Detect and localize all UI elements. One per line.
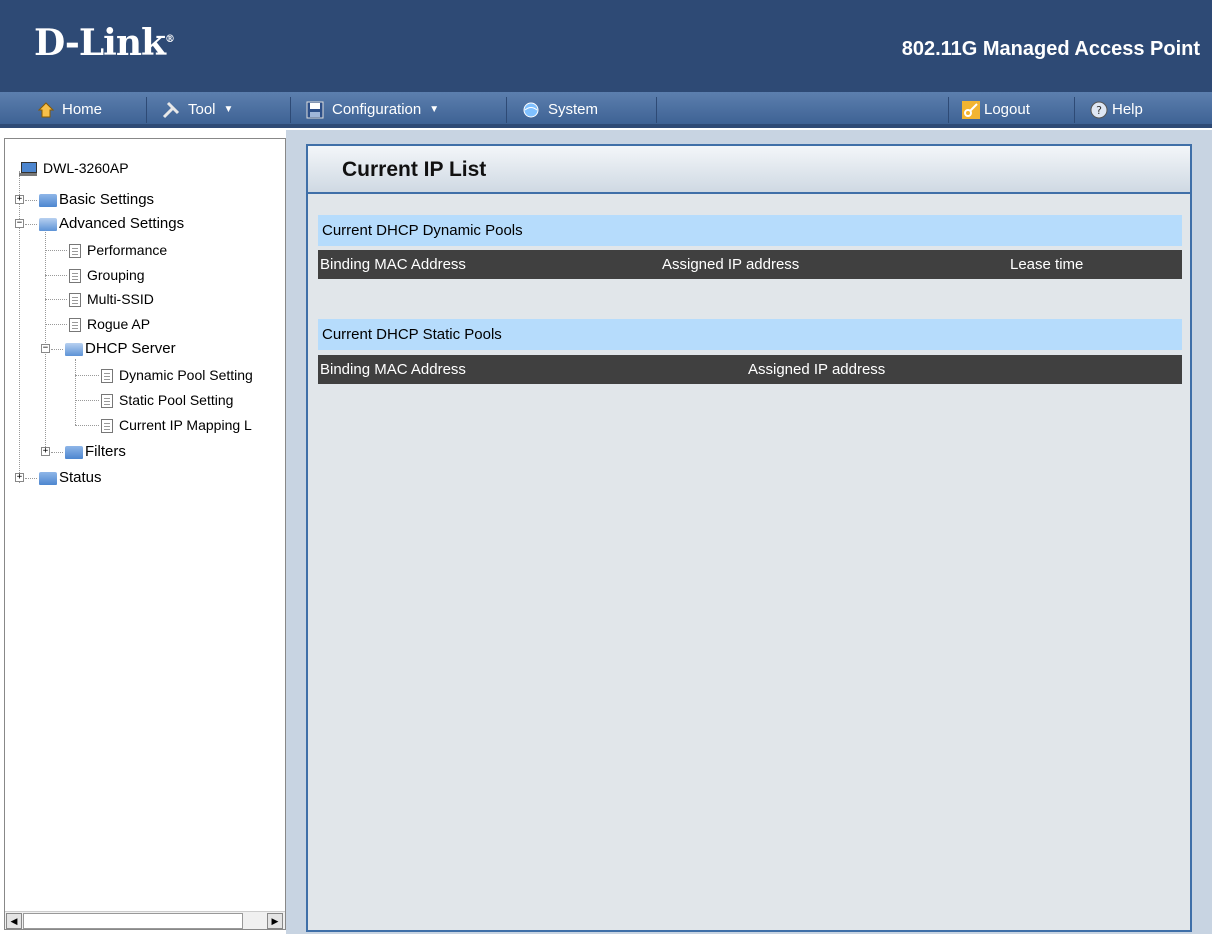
folder-icon (39, 471, 57, 485)
static-pools-title: Current DHCP Static Pools (318, 319, 1182, 350)
tree-basic-settings-label: Basic Settings (59, 191, 155, 208)
key-icon (962, 101, 980, 120)
tree-root-label: DWL-3260AP (43, 160, 129, 176)
tree-basic-settings[interactable]: Basic Settings (39, 189, 154, 211)
help-icon: ? (1090, 101, 1108, 119)
page-icon (101, 369, 113, 384)
column-binding-mac: Binding MAC Address (320, 361, 466, 378)
menu-help-label: Help (1112, 101, 1143, 118)
app-header: D-Link® 802.11G Managed Access Point (0, 0, 1212, 92)
page-title: Current IP List (342, 158, 487, 181)
system-icon (523, 102, 539, 118)
page-icon (69, 244, 81, 259)
collapse-icon[interactable]: − (41, 344, 50, 353)
navigation-tree: DWL-3260AP + Basic Settings − Advanced S… (5, 139, 285, 911)
tree-root[interactable]: DWL-3260AP (19, 157, 129, 179)
content-panel: Current IP List Current DHCP Dynamic Poo… (306, 144, 1192, 932)
menu-home-label: Home (62, 101, 103, 118)
tree-grouping-label: Grouping (87, 267, 145, 283)
column-assigned-ip: Assigned IP address (662, 256, 800, 273)
navigation-tree-panel: DWL-3260AP + Basic Settings − Advanced S… (4, 138, 286, 930)
horizontal-scrollbar[interactable]: ◀ ▶ (5, 911, 285, 929)
logo-text: D-Link (34, 22, 166, 64)
page-icon (69, 318, 81, 333)
scroll-left-icon[interactable]: ◀ (6, 913, 22, 929)
folder-icon (65, 445, 83, 459)
home-icon (38, 102, 54, 118)
column-binding-mac: Binding MAC Address (320, 256, 466, 273)
static-pools-table-header: Binding MAC Address Assigned IP address (318, 355, 1182, 384)
content-header: Current IP List (308, 146, 1190, 194)
tree-dhcp-server-label: DHCP Server (85, 340, 176, 357)
product-title: 802.11G Managed Access Point (901, 38, 1200, 60)
access-point-icon (19, 161, 39, 177)
menu-system[interactable]: System (522, 99, 598, 121)
menu-tool[interactable]: Tool ▼ (162, 99, 233, 121)
tree-dynamic-pool-setting[interactable]: Dynamic Pool Setting (101, 364, 253, 386)
tree-status[interactable]: Status (39, 467, 102, 489)
scrollbar-thumb[interactable] (23, 913, 243, 929)
menu-system-label: System (548, 101, 599, 118)
panel-divider[interactable] (286, 130, 296, 934)
open-folder-icon (39, 217, 57, 231)
scroll-right-icon[interactable]: ▶ (267, 913, 283, 929)
folder-icon (39, 193, 57, 207)
tree-dynamic-pool-setting-label: Dynamic Pool Setting (119, 367, 253, 383)
save-disk-icon (306, 101, 324, 119)
chevron-down-icon: ▼ (223, 104, 234, 116)
tree-current-ip-mapping[interactable]: Current IP Mapping L (101, 414, 252, 436)
menu-home[interactable]: Home (38, 99, 102, 121)
svg-text:?: ? (1096, 104, 1102, 117)
tree-performance-label: Performance (87, 242, 168, 258)
tree-current-ip-mapping-label: Current IP Mapping L (119, 417, 252, 433)
tree-rogue-ap[interactable]: Rogue AP (69, 313, 150, 335)
tool-icon (162, 101, 180, 119)
page-icon (101, 394, 113, 409)
expand-icon[interactable]: + (15, 195, 24, 204)
expand-icon[interactable]: + (41, 447, 50, 456)
open-folder-icon (65, 342, 83, 356)
dynamic-pools-title: Current DHCP Dynamic Pools (318, 215, 1182, 246)
menu-configuration[interactable]: Configuration ▼ (306, 99, 439, 121)
menu-bar: Home Tool ▼ Configuration ▼ System Logout … (0, 92, 1212, 128)
dlink-logo: D-Link® (34, 22, 175, 64)
page-icon (69, 269, 81, 284)
menu-tool-label: Tool (188, 101, 216, 118)
tree-filters[interactable]: Filters (65, 441, 126, 463)
tree-static-pool-setting-label: Static Pool Setting (119, 392, 234, 408)
tree-multi-ssid-label: Multi-SSID (87, 291, 154, 307)
menu-logout[interactable]: Logout (962, 99, 1030, 121)
tree-static-pool-setting[interactable]: Static Pool Setting (101, 389, 233, 411)
menu-help[interactable]: ? Help (1090, 99, 1143, 121)
chevron-down-icon: ▼ (429, 104, 440, 116)
expand-icon[interactable]: + (15, 473, 24, 482)
tree-status-label: Status (59, 469, 102, 486)
dynamic-pools-table-header: Binding MAC Address Assigned IP address … (318, 250, 1182, 279)
page-icon (101, 419, 113, 434)
tree-advanced-settings[interactable]: Advanced Settings (39, 213, 184, 235)
tree-grouping[interactable]: Grouping (69, 264, 145, 286)
page-icon (69, 293, 81, 308)
column-lease-time: Lease time (1010, 256, 1084, 273)
tree-multi-ssid[interactable]: Multi-SSID (69, 288, 154, 310)
tree-filters-label: Filters (85, 443, 126, 460)
menu-logout-label: Logout (984, 101, 1030, 118)
menu-configuration-label: Configuration (332, 101, 422, 118)
column-assigned-ip: Assigned IP address (748, 361, 886, 378)
tree-performance[interactable]: Performance (69, 239, 167, 261)
tree-advanced-settings-label: Advanced Settings (59, 215, 185, 232)
tree-rogue-ap-label: Rogue AP (87, 316, 151, 332)
tree-dhcp-server[interactable]: DHCP Server (65, 338, 176, 360)
collapse-icon[interactable]: − (15, 219, 24, 228)
